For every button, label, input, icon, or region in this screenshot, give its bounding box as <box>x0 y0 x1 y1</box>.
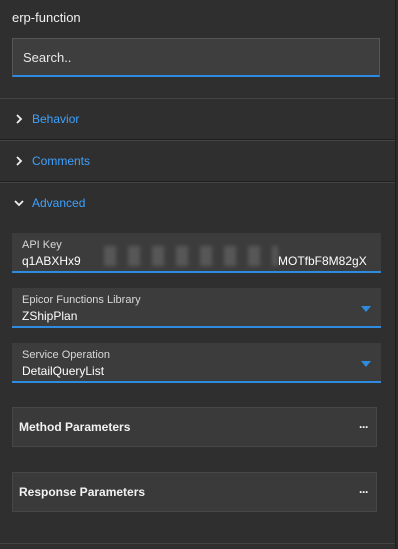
search-input[interactable] <box>13 39 379 75</box>
section-advanced[interactable]: Advanced <box>0 183 395 223</box>
service-operation-value: DetailQueryList <box>22 364 105 378</box>
section-comments-label: Comments <box>32 154 91 168</box>
response-parameters-box[interactable]: Response Parameters ··· <box>12 472 377 512</box>
ellipsis-icon[interactable]: ··· <box>359 485 369 499</box>
api-key-value-start: q1ABXHx9 <box>22 254 81 268</box>
api-key-label: API Key <box>22 239 62 251</box>
functions-library-label: Epicor Functions Library <box>22 294 141 306</box>
api-key-field[interactable]: API Key q1ABXHx9 MOTfbF8M82gX <box>12 233 381 273</box>
functions-library-value: ZShipPlan <box>22 309 78 323</box>
section-advanced-label: Advanced <box>32 196 86 210</box>
chevron-down-icon <box>12 196 26 210</box>
ellipsis-icon[interactable]: ··· <box>359 420 369 434</box>
panel-title: erp-function <box>12 10 81 25</box>
chevron-right-icon <box>12 112 26 126</box>
chevron-right-icon <box>12 154 26 168</box>
redaction-mask <box>92 246 278 266</box>
divider <box>0 543 395 544</box>
section-behavior-label: Behavior <box>32 112 80 126</box>
dropdown-caret-icon[interactable] <box>361 361 371 367</box>
properties-panel: erp-function Behavior Comments Advanced … <box>0 0 396 549</box>
section-comments[interactable]: Comments <box>0 141 395 181</box>
method-parameters-box[interactable]: Method Parameters ··· <box>12 407 377 447</box>
response-parameters-label: Response Parameters <box>19 485 146 499</box>
api-key-value-end: MOTfbF8M82gX <box>278 254 367 268</box>
service-operation-select[interactable]: Service Operation DetailQueryList <box>12 343 381 383</box>
method-parameters-label: Method Parameters <box>19 420 131 434</box>
functions-library-select[interactable]: Epicor Functions Library ZShipPlan <box>12 288 381 328</box>
service-operation-label: Service Operation <box>22 349 111 361</box>
search-box[interactable] <box>12 38 380 77</box>
dropdown-caret-icon[interactable] <box>361 306 371 312</box>
section-behavior[interactable]: Behavior <box>0 99 395 139</box>
